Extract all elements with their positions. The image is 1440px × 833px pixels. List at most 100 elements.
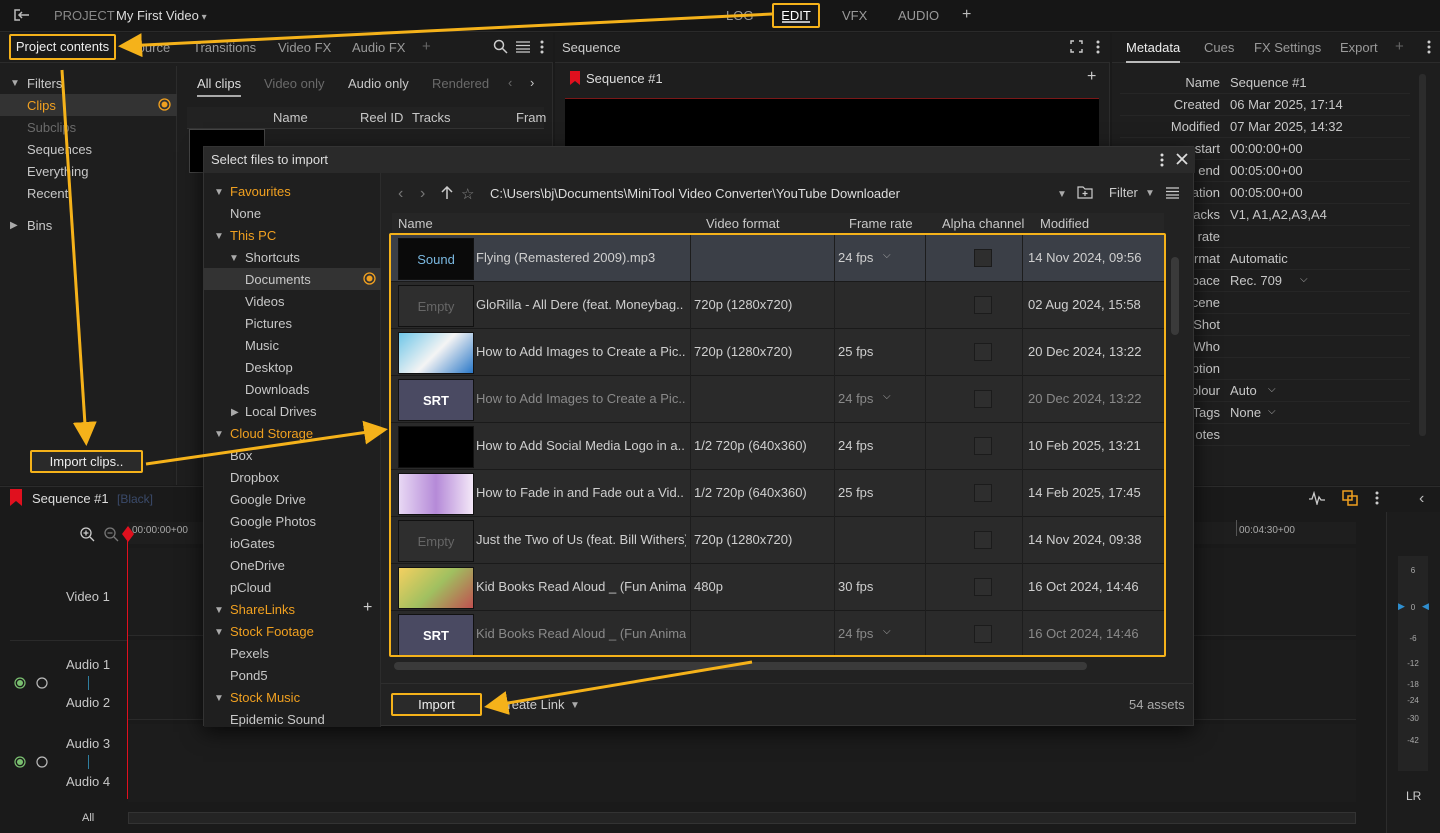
chevron-down-icon[interactable]: ▼ <box>229 253 239 264</box>
meta-value[interactable]: 00:00:00+00 <box>1230 141 1303 156</box>
subtab-all-clips[interactable]: All clips <box>197 76 242 97</box>
tab-cues[interactable]: Cues <box>1204 40 1234 55</box>
chevron-down-icon[interactable]: ⌵ <box>883 250 891 261</box>
side-this-pc[interactable]: This PC <box>230 228 276 243</box>
side-shortcut-item[interactable]: Music <box>245 338 279 353</box>
alpha-channel-checkbox[interactable] <box>974 390 992 408</box>
column-name[interactable]: Name <box>398 216 433 231</box>
meta-value[interactable]: Rec. 709 <box>1230 273 1282 288</box>
alpha-channel-checkbox[interactable] <box>974 249 992 267</box>
more-options-icon[interactable] <box>1375 491 1379 508</box>
side-pond5[interactable]: Pond5 <box>230 668 268 683</box>
tab-export[interactable]: Export <box>1340 40 1378 55</box>
new-folder-icon[interactable] <box>1077 185 1093 202</box>
filter-recent[interactable]: Recent <box>27 186 68 201</box>
file-row[interactable]: Empty Just the Two of Us (feat. Bill With… <box>391 517 1164 564</box>
tab-transitions[interactable]: Transitions <box>193 40 256 55</box>
side-cloud-item[interactable]: Box <box>230 448 252 463</box>
alpha-channel-checkbox[interactable] <box>974 437 992 455</box>
column-video-format[interactable]: Video format <box>706 216 779 231</box>
search-icon[interactable] <box>493 39 508 57</box>
import-button[interactable]: Import <box>391 693 482 716</box>
side-shortcut-item[interactable]: Pictures <box>245 316 292 331</box>
add-sharelink-icon[interactable]: + <box>363 599 372 617</box>
side-shortcut-item[interactable]: Documents <box>245 272 311 287</box>
chevron-down-icon[interactable]: ▼ <box>214 231 224 242</box>
tab-log[interactable]: LOG <box>726 8 753 23</box>
track-solo-icon[interactable] <box>36 756 48 771</box>
chevron-down-icon[interactable]: ▼ <box>214 605 224 616</box>
fullscreen-icon[interactable] <box>1070 40 1083 56</box>
forward-icon[interactable]: › <box>420 185 425 203</box>
scroll-right-icon[interactable]: › <box>530 75 534 90</box>
file-row[interactable]: Empty GloRilla - All Dere (feat. Moneybag… <box>391 282 1164 329</box>
side-shortcut-item[interactable]: Downloads <box>245 382 309 397</box>
meta-value[interactable]: V1, A1,A2,A3,A4 <box>1230 207 1327 222</box>
audio-track-lane-3-4[interactable] <box>128 724 1356 802</box>
tab-fx-settings[interactable]: FX Settings <box>1254 40 1321 55</box>
list-view-icon[interactable] <box>516 41 530 56</box>
track-audio-3[interactable]: Audio 3 <box>66 736 110 751</box>
filter-dropdown[interactable]: Filter <box>1109 185 1138 200</box>
side-cloud-item[interactable]: Google Photos <box>230 514 316 529</box>
add-panel-tab-icon[interactable]: + <box>422 38 431 55</box>
list-view-icon[interactable] <box>1166 187 1179 202</box>
subtab-audio-only[interactable]: Audio only <box>348 76 409 91</box>
close-icon[interactable] <box>1176 153 1188 168</box>
create-link-dropdown[interactable]: Create Link <box>498 697 564 712</box>
file-list-scrollbar[interactable] <box>1171 257 1179 335</box>
filter-subclips[interactable]: Subclips <box>27 120 76 135</box>
side-cloud-item[interactable]: Google Drive <box>230 492 306 507</box>
tab-audio[interactable]: AUDIO <box>898 8 939 23</box>
meta-value[interactable]: None <box>1230 405 1261 420</box>
exit-icon[interactable] <box>12 7 32 25</box>
track-enable-icon[interactable] <box>14 677 26 692</box>
tab-vfx[interactable]: VFX <box>842 8 867 23</box>
column-alpha-channel[interactable]: Alpha channel <box>942 216 1024 231</box>
add-icon[interactable]: + <box>1087 68 1096 86</box>
chevron-down-icon[interactable]: ⌵ <box>1268 384 1276 395</box>
zoom-out-icon[interactable] <box>104 527 119 545</box>
timeline-scrollbar[interactable] <box>128 812 1356 824</box>
track-solo-icon[interactable] <box>36 677 48 692</box>
side-cloud-item[interactable]: Dropbox <box>230 470 279 485</box>
more-options-icon[interactable] <box>540 40 544 57</box>
bins-heading[interactable]: Bins <box>27 218 52 233</box>
chevron-down-icon[interactable]: ▼ <box>10 78 20 89</box>
side-cloud-item[interactable]: ioGates <box>230 536 275 551</box>
meta-value[interactable]: 00:05:00+00 <box>1230 163 1303 178</box>
chevron-right-icon[interactable]: ▶ <box>231 407 239 418</box>
tab-metadata[interactable]: Metadata <box>1126 40 1181 63</box>
side-epidemic-sound[interactable]: Epidemic Sound <box>230 712 325 727</box>
sequence-viewer[interactable] <box>565 98 1099 146</box>
alpha-channel-checkbox[interactable] <box>974 578 992 596</box>
column-name[interactable]: Name <box>273 110 308 125</box>
column-tracks[interactable]: Tracks <box>412 110 451 125</box>
scroll-left-icon[interactable]: ‹ <box>508 75 512 90</box>
chevron-down-icon[interactable]: ▼ <box>214 693 224 704</box>
track-audio-1[interactable]: Audio 1 <box>66 657 110 672</box>
star-icon[interactable]: ☆ <box>461 185 474 203</box>
side-shortcuts[interactable]: Shortcuts <box>245 250 300 265</box>
alpha-channel-checkbox[interactable] <box>974 343 992 361</box>
tab-audio-fx[interactable]: Audio FX <box>352 40 405 55</box>
playhead-marker-icon[interactable] <box>122 526 134 545</box>
path-dropdown-icon[interactable]: ▼ <box>1057 189 1067 200</box>
create-link-chevron-icon[interactable]: ▼ <box>570 700 580 711</box>
meta-value[interactable]: Automatic <box>1230 251 1288 266</box>
meta-value[interactable]: 06 Mar 2025, 17:14 <box>1230 97 1343 112</box>
file-row[interactable]: How to Fade in and Fade out a Vid.. 1/2 7… <box>391 470 1164 517</box>
track-video-1[interactable]: Video 1 <box>66 589 110 604</box>
more-options-icon[interactable] <box>1096 40 1100 57</box>
side-shortcut-item[interactable]: Desktop <box>245 360 293 375</box>
waveform-icon[interactable] <box>1309 490 1325 508</box>
column-modified[interactable]: Modified <box>1040 216 1089 231</box>
collapse-panel-icon[interactable]: ‹ <box>1419 490 1424 508</box>
meta-value[interactable]: 07 Mar 2025, 14:32 <box>1230 119 1343 134</box>
filter-clips[interactable]: Clips <box>27 98 56 113</box>
meta-value[interactable]: Auto <box>1230 383 1257 398</box>
side-cloud-storage[interactable]: Cloud Storage <box>230 426 313 441</box>
add-panel-tab-icon[interactable]: + <box>1395 38 1404 55</box>
side-stock-music[interactable]: Stock Music <box>230 690 300 705</box>
file-row[interactable]: How to Add Images to Create a Pic.. 720p … <box>391 329 1164 376</box>
